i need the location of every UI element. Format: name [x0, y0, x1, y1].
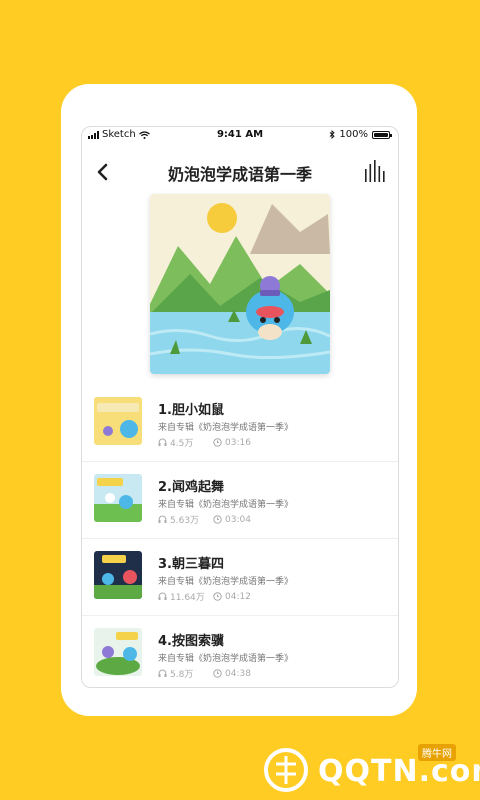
- track-title: 1.胆小如鼠: [158, 403, 224, 418]
- clock-icon: [213, 592, 222, 601]
- track-duration: 03:04: [225, 514, 251, 525]
- status-bar: Sketch 9:41 AM 100%: [82, 127, 398, 145]
- clock-icon: [213, 438, 222, 447]
- watermark-badge: 腾牛网: [418, 744, 456, 761]
- headphones-icon: [158, 438, 167, 446]
- bluetooth-icon: [330, 130, 336, 139]
- track-album: 来自专辑《奶泡泡学成语第一季》: [158, 654, 294, 664]
- track-thumbnail: [94, 628, 142, 676]
- list-item[interactable]: 1.胆小如鼠 来自专辑《奶泡泡学成语第一季》 4.5万 03:16: [82, 385, 398, 462]
- track-album: 来自专辑《奶泡泡学成语第一季》: [158, 577, 294, 587]
- equalizer-icon[interactable]: [364, 159, 386, 183]
- clock-icon: [213, 669, 222, 678]
- phone-screen: Sketch 9:41 AM 100% 奶泡泡学成语第一季 1.胆小如鼠 来自专…: [81, 126, 399, 688]
- album-cover-art: [150, 194, 330, 374]
- play-count: 4.5万: [170, 439, 194, 449]
- list-item[interactable]: 2.闻鸡起舞 来自专辑《奶泡泡学成语第一季》 5.63万 03:04: [82, 462, 398, 539]
- track-title: 4.按图索骥: [158, 634, 224, 649]
- clock-icon: [213, 515, 222, 524]
- list-item[interactable]: 3.朝三暮四 来自专辑《奶泡泡学成语第一季》 11.64万 04:12: [82, 539, 398, 616]
- track-thumbnail: [94, 474, 142, 522]
- headphones-icon: [158, 592, 167, 600]
- track-list: 1.胆小如鼠 来自专辑《奶泡泡学成语第一季》 4.5万 03:16 2.闻鸡起舞…: [82, 385, 398, 687]
- nav-bar: 奶泡泡学成语第一季: [82, 157, 398, 187]
- track-title: 3.朝三暮四: [158, 557, 224, 572]
- track-duration: 04:38: [225, 668, 251, 679]
- battery-icon: [372, 130, 392, 139]
- headphones-icon: [158, 669, 167, 677]
- track-album: 来自专辑《奶泡泡学成语第一季》: [158, 500, 294, 510]
- track-thumbnail: [94, 551, 142, 599]
- track-duration: 03:16: [225, 437, 251, 448]
- back-arrow-icon[interactable]: [92, 160, 114, 184]
- track-title: 2.闻鸡起舞: [158, 480, 224, 495]
- play-count: 5.63万: [170, 516, 200, 526]
- play-count: 11.64万: [170, 593, 205, 603]
- album-cover[interactable]: [150, 194, 330, 374]
- play-count: 5.8万: [170, 670, 194, 680]
- track-album: 来自专辑《奶泡泡学成语第一季》: [158, 423, 294, 433]
- list-item[interactable]: 4.按图索骥 来自专辑《奶泡泡学成语第一季》 5.8万 04:38: [82, 616, 398, 687]
- track-duration: 04:12: [225, 591, 251, 602]
- headphones-icon: [158, 515, 167, 523]
- page-title: 奶泡泡学成语第一季: [167, 165, 312, 184]
- track-thumbnail: [94, 397, 142, 445]
- battery-percent: 100%: [339, 129, 368, 140]
